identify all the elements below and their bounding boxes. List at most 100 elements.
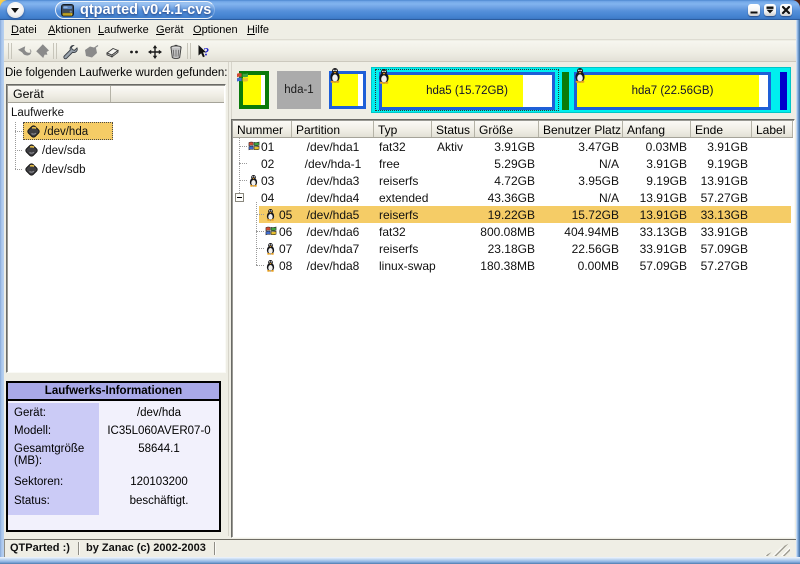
tux-icon — [265, 242, 276, 255]
col-nummer[interactable]: Nummer — [233, 121, 292, 137]
statusbar: QTParted :) by Zanac (c) 2002-2003 — [4, 539, 796, 557]
table-row[interactable]: 03 /dev/hda3 reiserfs 4.72GB 3.95GB 9.19… — [233, 172, 793, 189]
info-value: /dev/hda — [99, 405, 219, 419]
cell-status — [432, 189, 475, 206]
device-treeview: Gerät Laufwerke — [6, 84, 226, 373]
partition-box-free[interactable]: hda-1 — [277, 71, 321, 109]
table-row[interactable]: 05 /dev/hda5 reiserfs 19.22GB 15.72GB 13… — [233, 206, 793, 223]
info-label: Modell: — [8, 423, 99, 437]
property-button[interactable] — [60, 42, 79, 61]
cell-benutzer: 0.00MB — [539, 257, 623, 274]
tree-item-content: Laufwerke — [8, 103, 64, 122]
col-benutzer-platz[interactable]: Benutzer Platz — [539, 121, 623, 137]
toolbar-handle[interactable] — [8, 43, 12, 59]
partition-box-hda7[interactable]: hda7 (22.56GB) — [574, 72, 771, 110]
cell-typ: reiserfs — [374, 240, 432, 257]
delete-button[interactable] — [102, 42, 121, 61]
whats-this-button[interactable]: ? — [194, 42, 213, 61]
menu-label-rest: erät — [165, 24, 184, 36]
trash-button[interactable] — [166, 42, 185, 61]
info-value: 58644.1 — [99, 441, 219, 467]
menu-hilfe[interactable]: Hilfe — [247, 24, 269, 36]
create-button[interactable] — [81, 42, 100, 61]
window-border-bottom — [0, 557, 800, 564]
cell-label — [752, 257, 793, 274]
commit-icon — [34, 43, 51, 60]
cell-benutzer: 3.47GB — [539, 138, 623, 155]
menu-aktionen[interactable]: Aktionen — [48, 24, 91, 36]
window-title: qtparted v0.4.1-cvs — [80, 2, 211, 18]
toolbar-handle-2[interactable] — [53, 43, 57, 59]
col-partition[interactable]: Partition — [292, 121, 374, 137]
tree-expander-minus[interactable] — [235, 193, 244, 202]
undo-icon — [17, 43, 34, 60]
table-row[interactable]: 08 /dev/hda8 linux-swap 180.38MB 0.00MB … — [233, 257, 793, 274]
close-button[interactable] — [780, 4, 792, 16]
move-button[interactable] — [145, 42, 164, 61]
cell-anfang: 33.13GB — [623, 223, 691, 240]
table-tree-branch-line — [256, 248, 264, 249]
titlebar[interactable]: qtparted v0.4.1-cvs — [0, 0, 800, 20]
col-status[interactable]: Status — [432, 121, 475, 137]
commit-button[interactable] — [33, 42, 52, 61]
table-row[interactable]: 01 /dev/hda1 fat32 Aktiv 3.91GB 3.47GB 0… — [233, 138, 793, 155]
tree-item-label: /dev/hda — [44, 126, 88, 138]
wrench-icon — [61, 43, 79, 61]
tux-icon — [377, 68, 391, 84]
resize-button[interactable] — [124, 42, 143, 61]
free-space-strip — [358, 74, 363, 106]
cell-ende: 9.19GB — [691, 155, 752, 172]
minimize-button[interactable] — [748, 4, 760, 16]
menu-label-rest: aufwerke — [104, 24, 149, 36]
tree-item-content: /dev/sdb — [24, 160, 85, 179]
tree-branch-line — [15, 131, 22, 132]
info-row-status: Status:beschäftigt. — [8, 493, 219, 507]
device-tree-body: Laufwerke /dev/hda — [8, 103, 224, 371]
maximize-button[interactable] — [764, 4, 776, 16]
statusbar-app: QTParted :) — [10, 542, 70, 554]
col-label[interactable]: Label — [752, 121, 793, 137]
cell-anfang: 13.91GB — [623, 189, 691, 206]
size-grip[interactable] — [764, 543, 790, 556]
tree-item-dev-hda[interactable]: /dev/hda — [23, 122, 223, 141]
cell-label — [752, 223, 793, 240]
menu-geraet[interactable]: Gerät — [156, 24, 184, 36]
col-groesse[interactable]: Größe — [475, 121, 539, 137]
table-row[interactable]: 07 /dev/hda7 reiserfs 23.18GB 22.56GB 33… — [233, 240, 793, 257]
eraser-icon — [103, 43, 121, 61]
harddisk-icon — [26, 124, 41, 139]
info-row-sektoren: Sektoren:120103200 — [8, 474, 219, 488]
cell-typ: free — [374, 155, 432, 172]
app-icon — [60, 3, 75, 18]
cell-typ: reiserfs — [374, 172, 432, 189]
col-ende[interactable]: Ende — [691, 121, 752, 137]
menu-datei[interactable]: Datei — [11, 24, 37, 36]
table-tree-branch-line — [239, 146, 247, 147]
table-row[interactable]: 06 /dev/hda6 fat32 800.08MB 404.94MB 33.… — [233, 223, 793, 240]
col-anfang[interactable]: Anfang — [623, 121, 691, 137]
table-tree-branch-line — [256, 231, 264, 232]
window-menu-button[interactable] — [7, 2, 24, 18]
cell-benutzer: N/A — [539, 189, 623, 206]
cell-groesse: 3.91GB — [475, 138, 539, 155]
menu-laufwerke[interactable]: Laufwerke — [98, 24, 149, 36]
table-row[interactable]: 02 /dev/hda-1 free 5.29GB N/A 3.91GB 9.1… — [233, 155, 793, 172]
partition-box-hda6[interactable] — [562, 72, 569, 110]
toolbar-handle-3[interactable] — [187, 43, 191, 59]
window-border-right — [796, 20, 800, 557]
cell-typ: reiserfs — [374, 206, 432, 223]
whats-this-icon: ? — [195, 43, 213, 61]
table-tree-branch-line — [256, 202, 257, 265]
table-row[interactable]: 04 /dev/hda4 extended 43.36GB N/A 13.91G… — [233, 189, 793, 206]
drive-info-body: Gerät:/dev/hda Modell:IC35L060AVER07-0 G… — [8, 403, 219, 530]
menu-accel: D — [11, 24, 19, 36]
device-tree-header-geraet[interactable]: Gerät — [8, 86, 111, 102]
partition-box-hda5[interactable]: hda5 (15.72GB) — [379, 72, 555, 110]
drive-info-title: Laufwerks-Informationen — [8, 383, 219, 401]
partition-box-hda8[interactable] — [780, 72, 787, 110]
cell-label — [752, 172, 793, 189]
info-value: IC35L060AVER07-0 — [99, 423, 219, 437]
menu-optionen[interactable]: Optionen — [193, 24, 238, 36]
cell-groesse: 4.72GB — [475, 172, 539, 189]
col-typ[interactable]: Typ — [374, 121, 432, 137]
